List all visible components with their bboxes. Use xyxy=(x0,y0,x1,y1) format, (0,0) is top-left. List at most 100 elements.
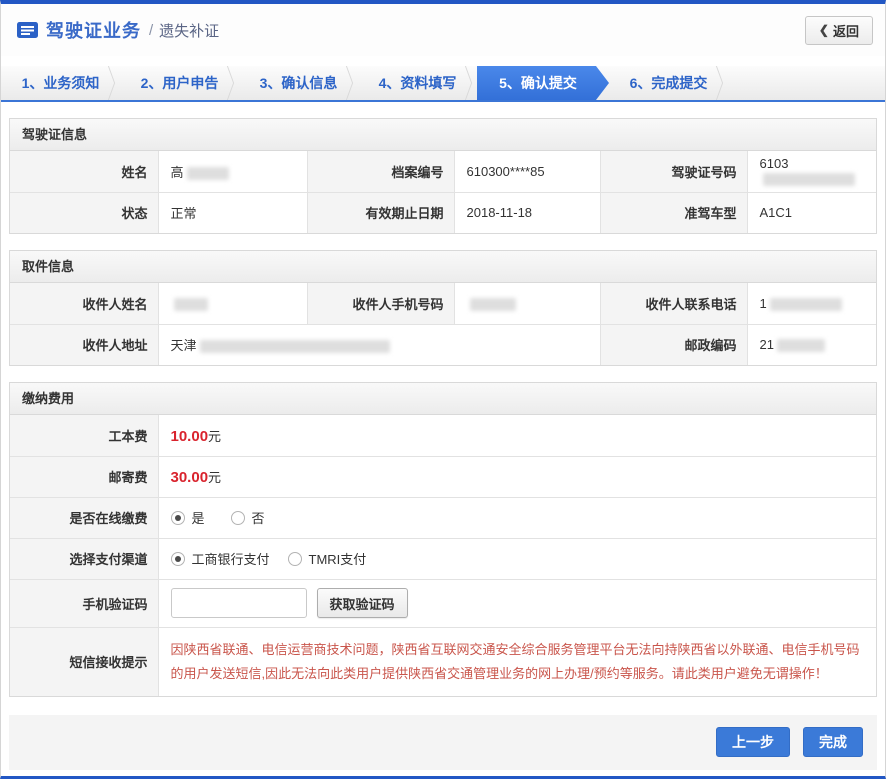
sms-code-label: 手机验证码 xyxy=(10,579,158,627)
redacted-text xyxy=(174,298,208,311)
table-row: 姓名 高 档案编号 610300****85 驾驶证号码 6103 xyxy=(10,151,876,192)
license-number-value: 6103 xyxy=(747,151,876,192)
table-row: 手机验证码 获取验证码 xyxy=(10,579,876,627)
postcode-value: 21 xyxy=(747,324,876,365)
tab-step-6-label: 6、完成提交 xyxy=(630,73,708,93)
archive-number-label: 档案编号 xyxy=(307,151,454,192)
section-license-info: 驾驶证信息 姓名 高 档案编号 610300****85 驾驶证号码 6103 … xyxy=(9,118,877,234)
tab-step-1[interactable]: 1、业务须知 xyxy=(1,66,120,100)
archive-number-value: 610300****85 xyxy=(454,151,600,192)
radio-unselected-icon xyxy=(288,552,302,566)
license-info-table: 姓名 高 档案编号 610300****85 驾驶证号码 6103 状态 正常 … xyxy=(10,151,876,233)
radio-online-no[interactable]: 否 xyxy=(231,508,265,527)
tab-step-6[interactable]: 6、完成提交 xyxy=(609,66,728,100)
radio-unselected-icon xyxy=(231,511,245,525)
postage-fee-amount: 30.00 xyxy=(171,469,209,486)
table-row: 工本费 10.00元 xyxy=(10,415,876,456)
postage-fee-label: 邮寄费 xyxy=(10,456,158,497)
radio-online-no-label: 否 xyxy=(252,508,265,527)
breadcrumb-separator: / xyxy=(149,22,153,39)
name-value: 高 xyxy=(158,151,307,192)
tab-step-2-label: 2、用户申告 xyxy=(141,73,219,93)
recipient-name-value xyxy=(158,283,307,324)
finish-button[interactable]: 完成 xyxy=(803,727,863,757)
section-pickup-title: 取件信息 xyxy=(10,251,876,283)
table-row: 短信接收提示 因陕西省联通、电信运营商技术问题，陕西省互联网交通安全综合服务管理… xyxy=(10,627,876,696)
recipient-phone-label: 收件人联系电话 xyxy=(600,283,747,324)
postage-fee-value: 30.00元 xyxy=(158,456,876,497)
vehicle-class-value: A1C1 xyxy=(747,192,876,233)
page-header: 驾驶证业务 / 遗失补证 ❮ 返回 xyxy=(1,4,885,56)
radio-selected-icon xyxy=(171,511,185,525)
radio-online-yes[interactable]: 是 xyxy=(171,508,205,527)
table-row: 收件人地址 天津 邮政编码 21 xyxy=(10,324,876,365)
sms-notice-label: 短信接收提示 xyxy=(10,627,158,696)
table-row: 邮寄费 30.00元 xyxy=(10,456,876,497)
tab-step-3[interactable]: 3、确认信息 xyxy=(239,66,358,100)
tab-step-2[interactable]: 2、用户申告 xyxy=(120,66,239,100)
production-fee-unit: 元 xyxy=(208,429,221,444)
section-payment-title: 缴纳费用 xyxy=(10,383,876,415)
pickup-info-table: 收件人姓名 收件人手机号码 收件人联系电话 1 收件人地址 天津 邮政编码 21 xyxy=(10,283,876,365)
recipient-name-label: 收件人姓名 xyxy=(10,283,158,324)
radio-channel-icbc-label: 工商银行支付 xyxy=(192,549,270,568)
page-container: 驾驶证业务 / 遗失补证 ❮ 返回 1、业务须知 2、用户申告 3、确认信息 4… xyxy=(0,0,886,779)
status-label: 状态 xyxy=(10,192,158,233)
postcode-label: 邮政编码 xyxy=(600,324,747,365)
sms-notice-text: 因陕西省联通、电信运营商技术问题，陕西省互联网交通安全综合服务管理平台无法向持陕… xyxy=(158,627,876,696)
redacted-text xyxy=(470,298,516,311)
table-row: 状态 正常 有效期止日期 2018-11-18 准驾车型 A1C1 xyxy=(10,192,876,233)
sms-code-input[interactable] xyxy=(171,588,307,618)
status-value: 正常 xyxy=(158,192,307,233)
get-sms-code-button[interactable]: 获取验证码 xyxy=(317,588,408,618)
postage-fee-unit: 元 xyxy=(208,470,221,485)
production-fee-value: 10.00元 xyxy=(158,415,876,456)
main-content: 驾驶证信息 姓名 高 档案编号 610300****85 驾驶证号码 6103 … xyxy=(1,102,885,697)
payment-channel-label: 选择支付渠道 xyxy=(10,538,158,579)
redacted-text xyxy=(763,173,855,186)
action-bar: 上一步 完成 xyxy=(9,715,877,770)
previous-step-button[interactable]: 上一步 xyxy=(716,727,790,757)
table-row: 收件人姓名 收件人手机号码 收件人联系电话 1 xyxy=(10,283,876,324)
production-fee-amount: 10.00 xyxy=(171,428,209,445)
table-row: 是否在线缴费 是 否 xyxy=(10,497,876,538)
back-button[interactable]: ❮ 返回 xyxy=(805,16,873,45)
recipient-address-label: 收件人地址 xyxy=(10,324,158,365)
tab-step-5-active[interactable]: 5、确认提交 xyxy=(477,66,609,100)
back-button-label: 返回 xyxy=(833,21,859,40)
section-pickup-info: 取件信息 收件人姓名 收件人手机号码 收件人联系电话 1 收件人地址 天津 邮政… xyxy=(9,250,877,366)
recipient-mobile-label: 收件人手机号码 xyxy=(307,283,454,324)
license-number-label: 驾驶证号码 xyxy=(600,151,747,192)
radio-online-yes-label: 是 xyxy=(192,508,205,527)
radio-selected-icon xyxy=(171,552,185,566)
redacted-text xyxy=(777,339,825,352)
recipient-address-value: 天津 xyxy=(158,324,600,365)
tab-step-3-label: 3、确认信息 xyxy=(260,73,338,93)
radio-channel-tmri[interactable]: TMRI支付 xyxy=(288,549,367,568)
payment-table: 工本费 10.00元 邮寄费 30.00元 是否在线缴费 是 否 xyxy=(10,415,876,696)
section-payment: 缴纳费用 工本费 10.00元 邮寄费 30.00元 是否在线缴费 是 否 xyxy=(9,382,877,697)
tab-step-1-label: 1、业务须知 xyxy=(22,73,100,93)
payment-channel-options: 工商银行支付 TMRI支付 xyxy=(158,538,876,579)
online-payment-label: 是否在线缴费 xyxy=(10,497,158,538)
recipient-phone-value: 1 xyxy=(747,283,876,324)
redacted-text xyxy=(200,340,390,353)
tab-step-4-label: 4、资料填写 xyxy=(379,73,457,93)
step-tabs: 1、业务须知 2、用户申告 3、确认信息 4、资料填写 5、确认提交 6、完成提… xyxy=(1,66,885,102)
radio-channel-icbc[interactable]: 工商银行支付 xyxy=(171,549,270,568)
redacted-text xyxy=(187,167,229,180)
license-card-icon xyxy=(17,22,38,38)
name-label: 姓名 xyxy=(10,151,158,192)
chevron-left-icon: ❮ xyxy=(819,23,829,37)
table-row: 选择支付渠道 工商银行支付 TMRI支付 xyxy=(10,538,876,579)
recipient-mobile-value xyxy=(454,283,600,324)
tab-step-5-label: 5、确认提交 xyxy=(499,73,577,93)
radio-channel-tmri-label: TMRI支付 xyxy=(309,549,367,568)
section-license-title: 驾驶证信息 xyxy=(10,119,876,151)
expiry-date-label: 有效期止日期 xyxy=(307,192,454,233)
page-title: 驾驶证业务 xyxy=(46,17,141,43)
expiry-date-value: 2018-11-18 xyxy=(454,192,600,233)
tab-step-4[interactable]: 4、资料填写 xyxy=(358,66,477,100)
online-payment-options: 是 否 xyxy=(158,497,876,538)
breadcrumb-current: 遗失补证 xyxy=(159,20,219,41)
